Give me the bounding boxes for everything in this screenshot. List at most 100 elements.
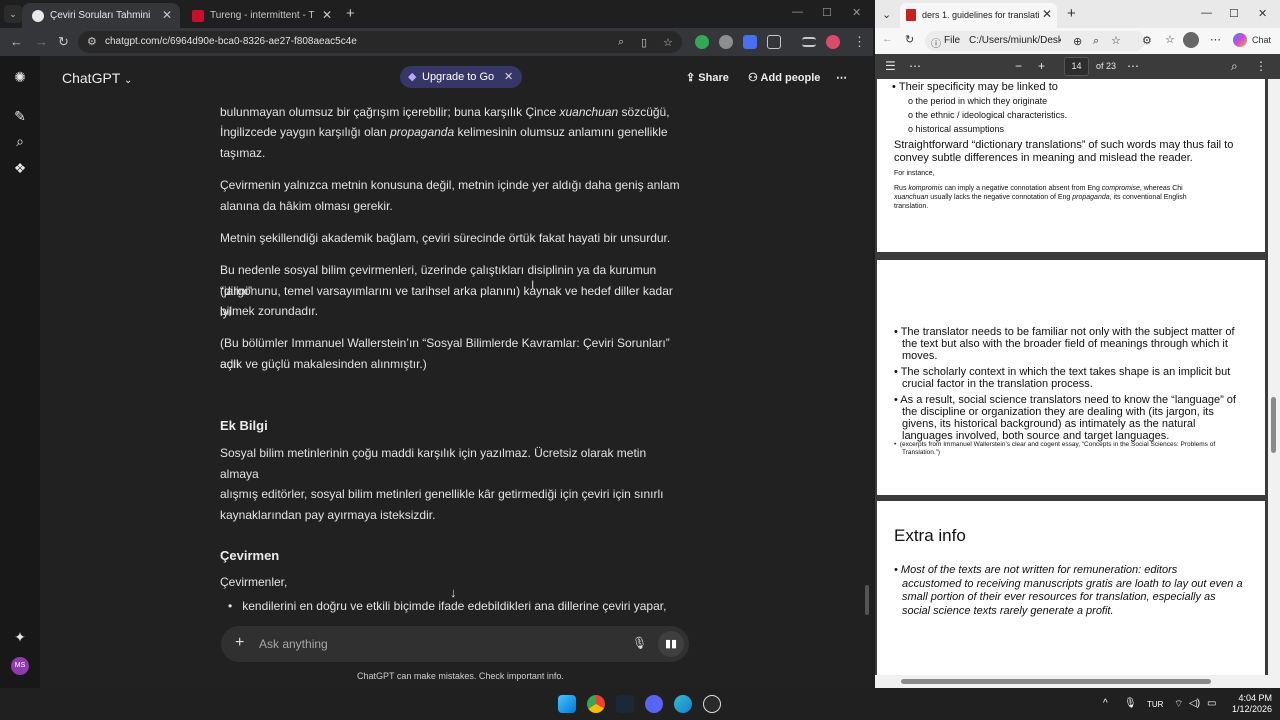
browser-menu-icon[interactable]: ⋮: [853, 34, 866, 50]
battery-icon[interactable]: ▭: [1207, 698, 1216, 709]
chevron-down-icon: ⌄: [124, 75, 133, 86]
new-tab-button[interactable]: +: [1067, 5, 1076, 22]
search-icon[interactable]: ⌕: [12, 133, 28, 149]
settings-more-icon[interactable]: ⋯: [1210, 33, 1221, 46]
more-options-icon[interactable]: ⋯: [836, 71, 847, 84]
voice-mode-button[interactable]: ▮▮: [658, 631, 684, 657]
address-bar[interactable]: ⓘ File C:/Users/miunk/Deskt... ⊕ ⌕ ☆: [925, 31, 1145, 51]
zoom-out-icon[interactable]: −: [1015, 59, 1022, 73]
bookmark-star-icon[interactable]: ☆: [663, 36, 673, 49]
close-tab-icon[interactable]: ✕: [322, 8, 332, 22]
profile-avatar-icon[interactable]: [1183, 32, 1199, 48]
close-tab-icon[interactable]: ✕: [162, 8, 172, 22]
page-number-input[interactable]: 14: [1064, 57, 1089, 76]
profile-avatar-icon[interactable]: [826, 35, 840, 49]
forward-button[interactable]: →: [35, 34, 48, 49]
more-options-icon[interactable]: ⋯: [1127, 59, 1139, 73]
pdf-viewer[interactable]: • Their specificity may be linked to o t…: [875, 79, 1268, 675]
scrollbar-thumb[interactable]: [1271, 397, 1276, 453]
more-tools-icon[interactable]: ⋯: [909, 59, 921, 73]
text-line: convey subtle differences in meaning and…: [894, 152, 1193, 164]
library-icon[interactable]: ❖: [12, 160, 28, 176]
zoom-icon[interactable]: ⌕: [618, 36, 624, 49]
read-aloud-icon[interactable]: ⊕: [1073, 35, 1082, 48]
sparkle-icon[interactable]: ✦: [12, 629, 28, 645]
copilot-icon[interactable]: [1233, 33, 1247, 47]
reading-mode-icon[interactable]: ▯: [641, 36, 647, 49]
extension-translate-icon[interactable]: [743, 35, 757, 49]
reload-button[interactable]: ↻: [58, 34, 69, 50]
start-windows-icon[interactable]: [558, 695, 576, 713]
contents-icon[interactable]: ☰: [885, 59, 896, 73]
text-segment: sözcüğü,: [618, 105, 670, 119]
sub-bullet: o the ethnic / ideological characteristi…: [908, 110, 1068, 120]
new-chat-icon[interactable]: ✎: [12, 108, 28, 124]
horizontal-scrollbar[interactable]: [875, 675, 1280, 688]
reload-button[interactable]: ↻: [905, 33, 914, 46]
avatar[interactable]: MS: [11, 657, 29, 675]
composer[interactable]: + Ask anything 🎙︎ ▮▮: [221, 626, 689, 662]
minimize-button[interactable]: —: [792, 6, 803, 18]
back-button[interactable]: ←: [10, 34, 23, 49]
text-line: • The translator needs to be familiar no…: [894, 326, 1235, 338]
maximize-button[interactable]: ☐: [822, 6, 832, 19]
ek-bilgi-paragraph: Sosyal bilim metinlerinin çoğu maddi kar…: [220, 443, 682, 525]
volume-icon[interactable]: ◁): [1189, 698, 1200, 709]
tab-strip: ⌄ ders 1. guidelines for translation o ✕…: [875, 0, 1280, 28]
favorite-star-icon[interactable]: ☆: [1111, 34, 1121, 47]
extension-shield-icon[interactable]: [695, 35, 709, 49]
add-attachment-icon[interactable]: +: [235, 634, 244, 652]
tab-search-button[interactable]: ⌄: [4, 5, 22, 23]
scrollbar[interactable]: [865, 585, 869, 615]
text-line: (excerpts from Immanuel Wallerstein’s cl…: [899, 441, 1216, 448]
message-input[interactable]: Ask anything: [259, 637, 328, 651]
zoom-in-icon[interactable]: +: [1038, 59, 1045, 73]
search-icon[interactable]: ⌕: [1231, 59, 1238, 74]
upgrade-label: Upgrade to Go: [422, 71, 495, 83]
input-language[interactable]: TUR: [1147, 700, 1163, 709]
minimize-button[interactable]: —: [1201, 7, 1212, 19]
wifi-icon[interactable]: ⌔: [1174, 698, 1183, 711]
slide-bullet: • Their specificity may be linked to: [892, 81, 1058, 93]
taskbar: ^ 🎙︎ TUR ⌔ ◁) ▭ 4:04 PM 1/12/2026: [0, 688, 1280, 720]
close-window-button[interactable]: ✕: [1258, 7, 1267, 20]
scrollbar-thumb[interactable]: [901, 679, 1211, 684]
chatgpt-app-icon[interactable]: [703, 695, 721, 713]
close-tab-icon[interactable]: ✕: [1042, 7, 1052, 21]
zoom-icon[interactable]: ⌕: [1093, 35, 1099, 48]
tab-tureng[interactable]: Tureng - intermittent - Türkçe İ ✕: [182, 3, 340, 28]
tab-media-icon[interactable]: [802, 37, 816, 47]
share-button[interactable]: ⇪ Share: [686, 71, 729, 84]
site-info-icon[interactable]: ⚙: [87, 35, 97, 48]
list-item: • kendilerini en doğru ve etkili biçimde…: [228, 599, 666, 613]
more-options-icon[interactable]: ⋮: [1255, 59, 1267, 73]
clock[interactable]: 4:04 PM 1/12/2026: [1228, 693, 1272, 715]
chat-button[interactable]: Chat: [1252, 35, 1271, 45]
model-selector[interactable]: ChatGPT ⌄: [62, 70, 132, 86]
add-people-button[interactable]: ⚇ Add people: [748, 71, 820, 84]
address-bar[interactable]: ⚙ chatgpt.com/c/6964d90e-bca0-8326-ae27-…: [78, 31, 682, 53]
steam-app-icon[interactable]: [616, 695, 634, 713]
favorites-icon[interactable]: ☆: [1165, 33, 1175, 46]
edge-app-icon[interactable]: [674, 695, 692, 713]
tab-pdf[interactable]: ders 1. guidelines for translation o ✕: [900, 3, 1057, 28]
close-icon[interactable]: ✕: [504, 66, 513, 88]
extensions-puzzle-icon[interactable]: [767, 35, 781, 49]
microphone-icon[interactable]: 🎙︎: [632, 636, 647, 650]
maximize-button[interactable]: ☐: [1229, 7, 1239, 20]
extension-incognito-icon[interactable]: [719, 35, 733, 49]
microphone-icon[interactable]: 🎙︎: [1124, 698, 1137, 709]
close-window-button[interactable]: ✕: [852, 6, 861, 19]
tab-actions-icon[interactable]: ⌄: [882, 8, 891, 21]
tab-chatgpt[interactable]: Çeviri Soruları Tahmini ✕: [22, 3, 180, 28]
vertical-scrollbar[interactable]: [1268, 79, 1280, 675]
chrome-app-icon[interactable]: [587, 695, 605, 713]
new-tab-button[interactable]: +: [346, 5, 355, 22]
discord-app-icon[interactable]: [645, 695, 663, 713]
back-button[interactable]: ←: [882, 33, 893, 45]
openai-logo-icon[interactable]: ✺: [12, 69, 28, 85]
show-hidden-icons-icon[interactable]: ^: [1103, 698, 1108, 709]
scroll-to-bottom-button[interactable]: ↓: [450, 585, 457, 600]
upgrade-button[interactable]: ◆ Upgrade to Go ✕: [400, 66, 523, 88]
extensions-icon[interactable]: ⚙: [1142, 34, 1152, 47]
